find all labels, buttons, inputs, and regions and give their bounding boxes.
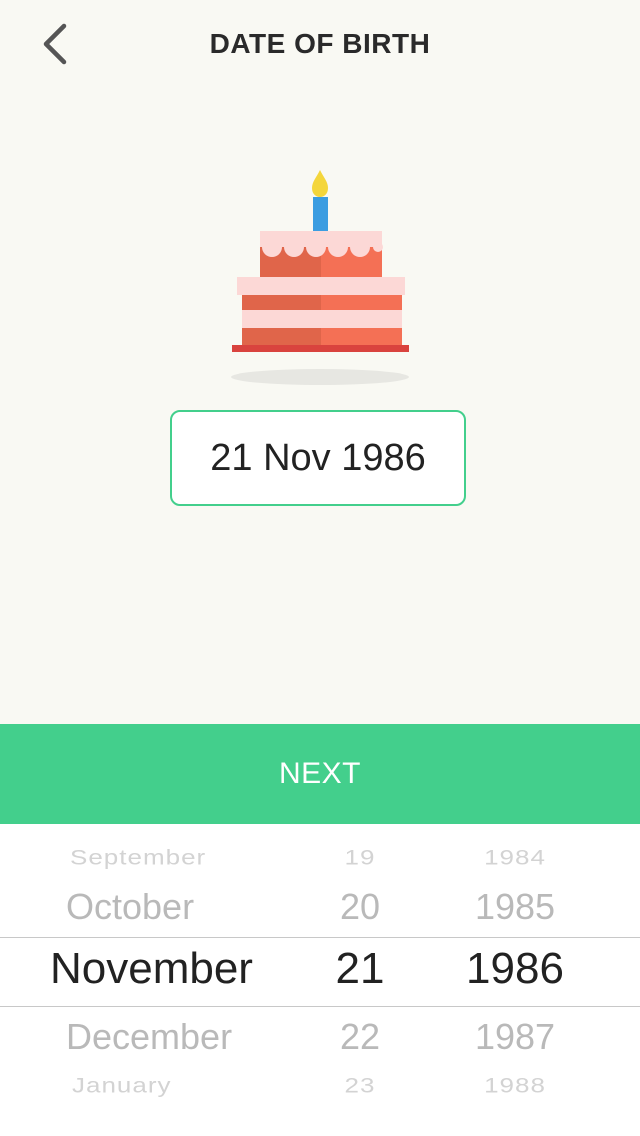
- day-option[interactable]: 23: [315, 1073, 405, 1098]
- next-button[interactable]: NEXT: [0, 724, 640, 824]
- page-title: DATE OF BIRTH: [209, 28, 431, 59]
- year-option[interactable]: 1987: [445, 1016, 585, 1058]
- year-wheel[interactable]: 1984 1985 1986 1987 1988: [445, 824, 585, 1136]
- day-option[interactable]: 19: [315, 845, 405, 870]
- month-selected[interactable]: November: [40, 944, 290, 994]
- year-option[interactable]: 1985: [445, 886, 585, 928]
- month-option[interactable]: September: [40, 845, 290, 870]
- month-option[interactable]: October: [40, 886, 290, 928]
- date-picker[interactable]: September October November December Janu…: [0, 824, 640, 1136]
- header: DATE OF BIRTH: [0, 0, 640, 94]
- month-option[interactable]: January: [40, 1073, 290, 1098]
- day-option[interactable]: 20: [315, 886, 405, 928]
- month-option[interactable]: December: [40, 1016, 290, 1058]
- month-wheel[interactable]: September October November December Janu…: [40, 824, 290, 1136]
- day-option[interactable]: 22: [315, 1016, 405, 1058]
- birthday-cake-icon: [220, 160, 420, 395]
- year-selected[interactable]: 1986: [445, 944, 585, 994]
- day-selected[interactable]: 21: [315, 944, 405, 994]
- year-option[interactable]: 1988: [445, 1073, 585, 1098]
- year-option[interactable]: 1984: [445, 845, 585, 870]
- day-wheel[interactable]: 19 20 21 22 23: [315, 824, 405, 1136]
- date-display-field[interactable]: 21 Nov 1986: [170, 410, 466, 506]
